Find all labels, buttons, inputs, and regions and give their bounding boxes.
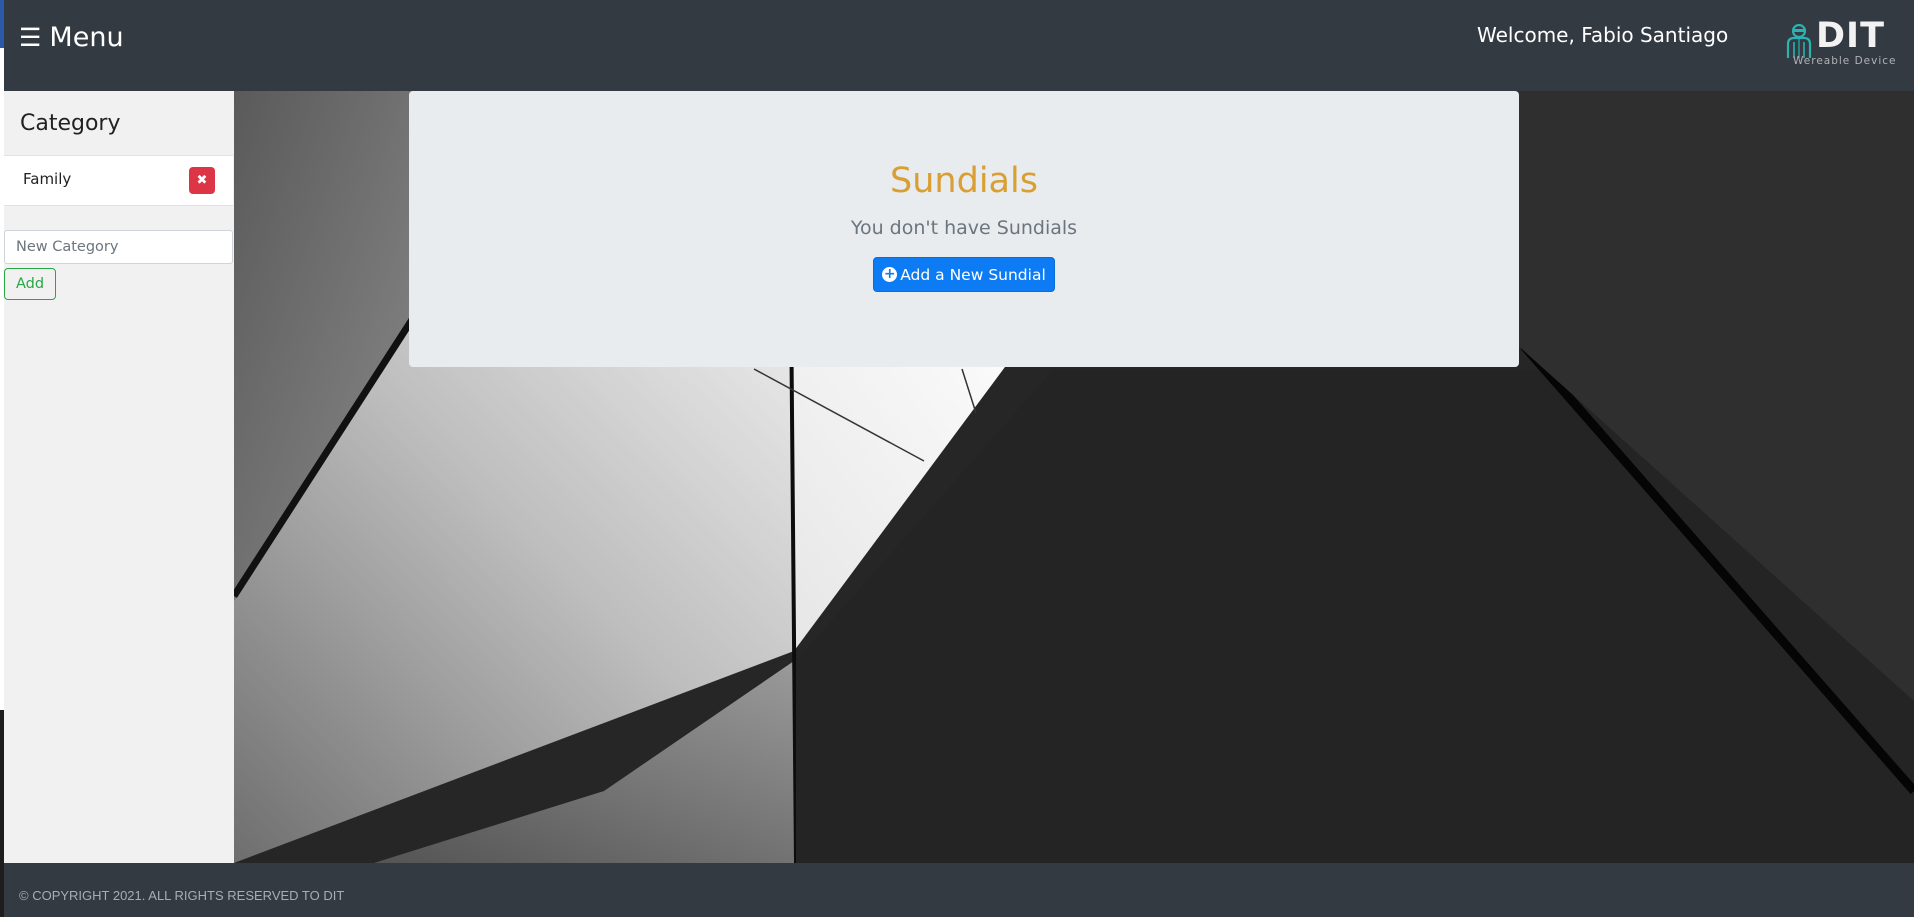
page-title: Sundials <box>890 161 1038 201</box>
logo-wordmark: DIT <box>1816 16 1885 56</box>
welcome-message: Welcome, Fabio Santiago <box>1477 23 1729 47</box>
menu-toggle[interactable]: ☰ Menu <box>19 22 124 53</box>
logo-tagline: Wereable Device <box>1793 55 1897 67</box>
category-item-family[interactable]: Family ✖ <box>4 155 233 206</box>
menu-label: Menu <box>49 22 124 53</box>
close-icon: ✖ <box>196 173 208 188</box>
footer: © COPYRIGHT 2021. ALL RIGHTS RESERVED TO… <box>4 863 1914 917</box>
category-sidebar: Category Family ✖ Add <box>4 91 234 863</box>
add-sundial-button[interactable]: + Add a New Sundial <box>873 257 1055 292</box>
new-category-input[interactable] <box>4 230 233 264</box>
top-navbar: ☰ Menu Welcome, Fabio Santiago DIT Werea… <box>4 0 1914 91</box>
sidebar-title: Category <box>20 111 121 136</box>
sundials-card: Sundials You don't have Sundials + Add a… <box>409 91 1519 367</box>
copyright-text: © COPYRIGHT 2021. ALL RIGHTS RESERVED TO… <box>19 888 345 903</box>
hamburger-icon: ☰ <box>19 23 42 52</box>
category-label: Family <box>23 170 72 188</box>
add-sundial-label: Add a New Sundial <box>900 265 1046 284</box>
add-category-button[interactable]: Add <box>4 268 56 300</box>
plus-circle-icon: + <box>882 266 898 282</box>
delete-category-button[interactable]: ✖ <box>189 167 215 194</box>
empty-state-message: You don't have Sundials <box>850 217 1078 239</box>
dit-logo: DIT Wereable Device <box>1782 16 1902 72</box>
